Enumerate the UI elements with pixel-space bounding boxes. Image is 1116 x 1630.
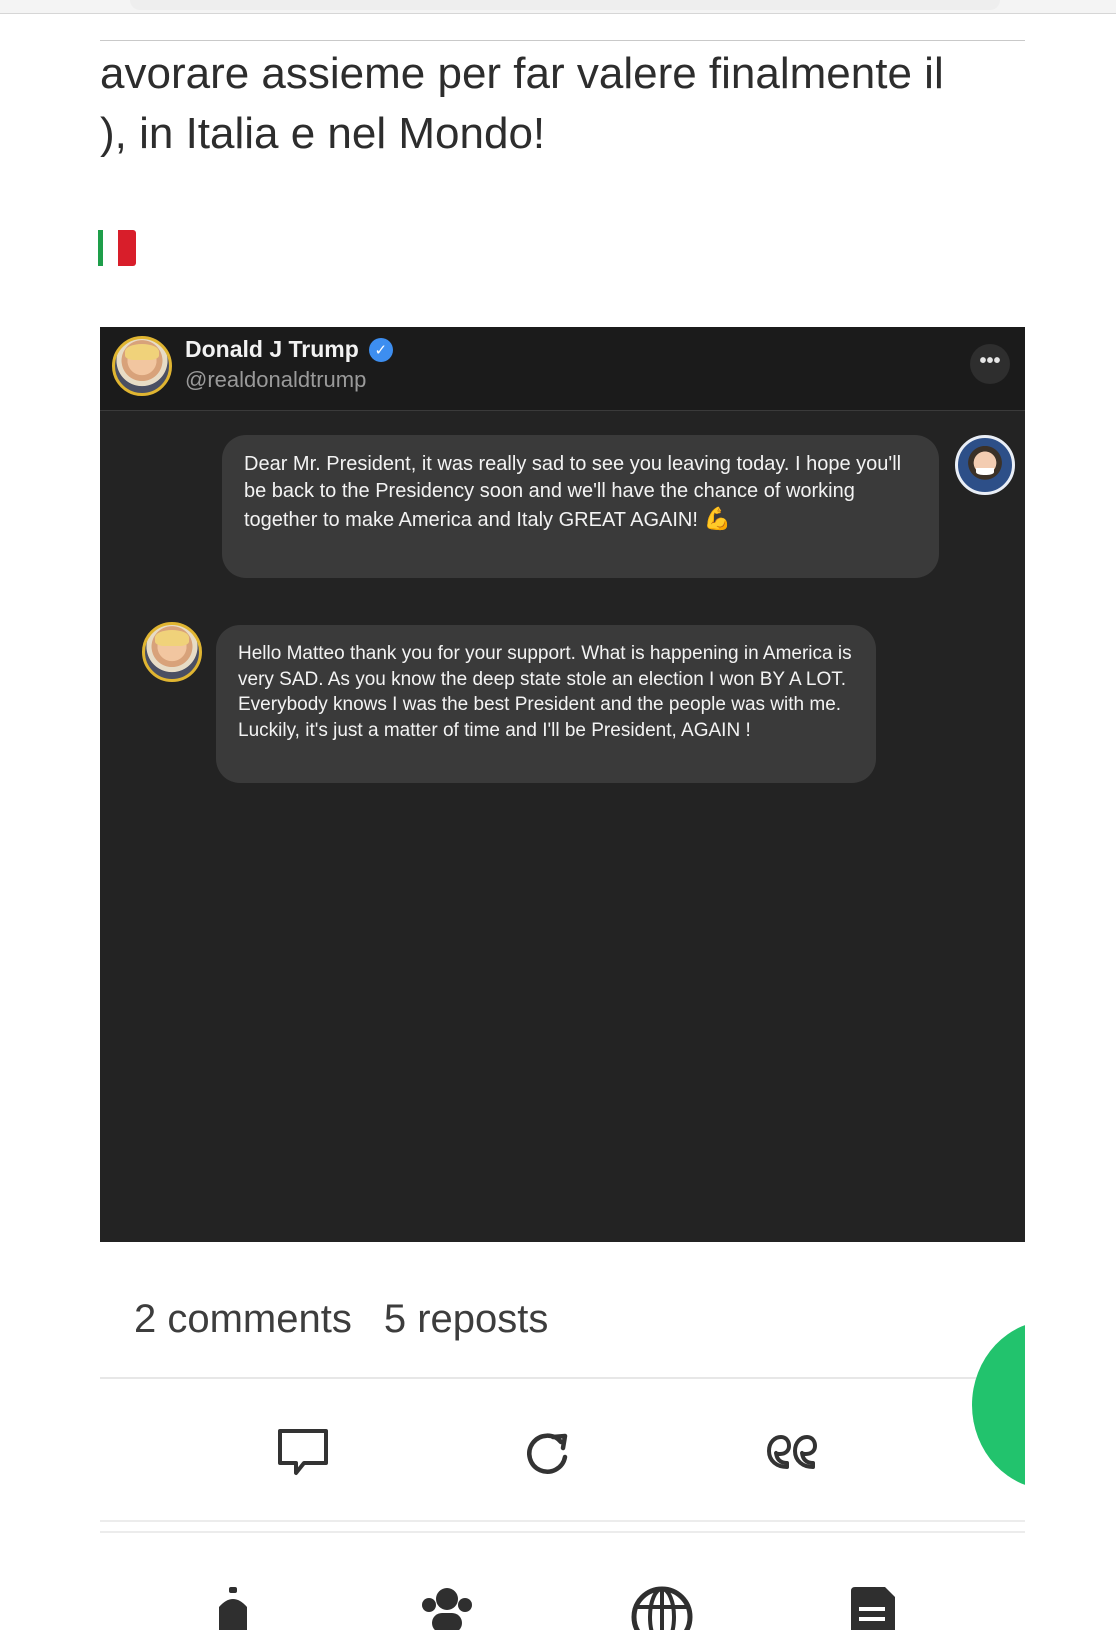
author-name-text: Donald J Trump: [185, 336, 359, 362]
divider: [100, 1531, 1025, 1533]
post-actions: [100, 1418, 1025, 1488]
documents-icon: [851, 1587, 895, 1630]
bottom-tab-bar: [0, 1585, 1116, 1630]
divider: [100, 1520, 1025, 1522]
post-body-text: avorare assieme per far valere finalment…: [100, 44, 1025, 164]
italy-flag-icon: [98, 230, 136, 266]
more-options-button[interactable]: •••: [970, 344, 1010, 384]
comment-button[interactable]: [268, 1418, 338, 1488]
tab-people[interactable]: [412, 1585, 482, 1630]
globe-icon: [631, 1586, 693, 1630]
comments-count[interactable]: 2 comments: [134, 1297, 352, 1342]
repost-button[interactable]: [512, 1418, 582, 1488]
quote-icon: [767, 1435, 817, 1469]
message-text: Hello Matteo thank you for your support.…: [238, 643, 852, 741]
message-text: Dear Mr. President, it was really sad to…: [244, 453, 902, 531]
tab-home[interactable]: [198, 1585, 268, 1630]
quote-button[interactable]: [756, 1418, 826, 1488]
post-text-line-2: ), in Italia e nel Mondo!: [100, 109, 546, 158]
avatar: [142, 622, 202, 682]
home-icon: [219, 1587, 247, 1630]
author-name: Donald J Trump ✓: [185, 336, 393, 363]
browser-top-strip: [0, 0, 1116, 14]
people-icon: [422, 1588, 472, 1630]
embed-header: Donald J Trump ✓ @realdonaldtrump •••: [100, 327, 1025, 411]
post-text-line-1: avorare assieme per far valere finalment…: [100, 49, 944, 98]
address-bar-edge: [130, 0, 1000, 10]
message-bubble-outgoing: Dear Mr. President, it was really sad to…: [222, 435, 939, 578]
author-handle: @realdonaldtrump: [185, 367, 367, 392]
page-margin: [1025, 1300, 1116, 1520]
repost-icon: [527, 1433, 568, 1474]
avatar: [955, 435, 1015, 495]
divider: [100, 40, 1025, 41]
comment-icon: [278, 1429, 328, 1475]
verified-check-icon: ✓: [368, 337, 393, 362]
flexed-biceps-emoji: 💪: [703, 506, 731, 531]
screen: avorare assieme per far valere finalment…: [0, 0, 1116, 1630]
embedded-screenshot[interactable]: Donald J Trump ✓ @realdonaldtrump ••• De…: [100, 327, 1025, 1242]
avatar: [112, 336, 172, 396]
tab-documents[interactable]: [838, 1585, 908, 1630]
reposts-count[interactable]: 5 reposts: [384, 1297, 549, 1342]
divider: [100, 1377, 1025, 1379]
message-bubble-incoming: Hello Matteo thank you for your support.…: [216, 625, 876, 783]
post-stats: 2 comments 5 reposts: [134, 1297, 548, 1342]
tab-globe[interactable]: [627, 1585, 697, 1630]
